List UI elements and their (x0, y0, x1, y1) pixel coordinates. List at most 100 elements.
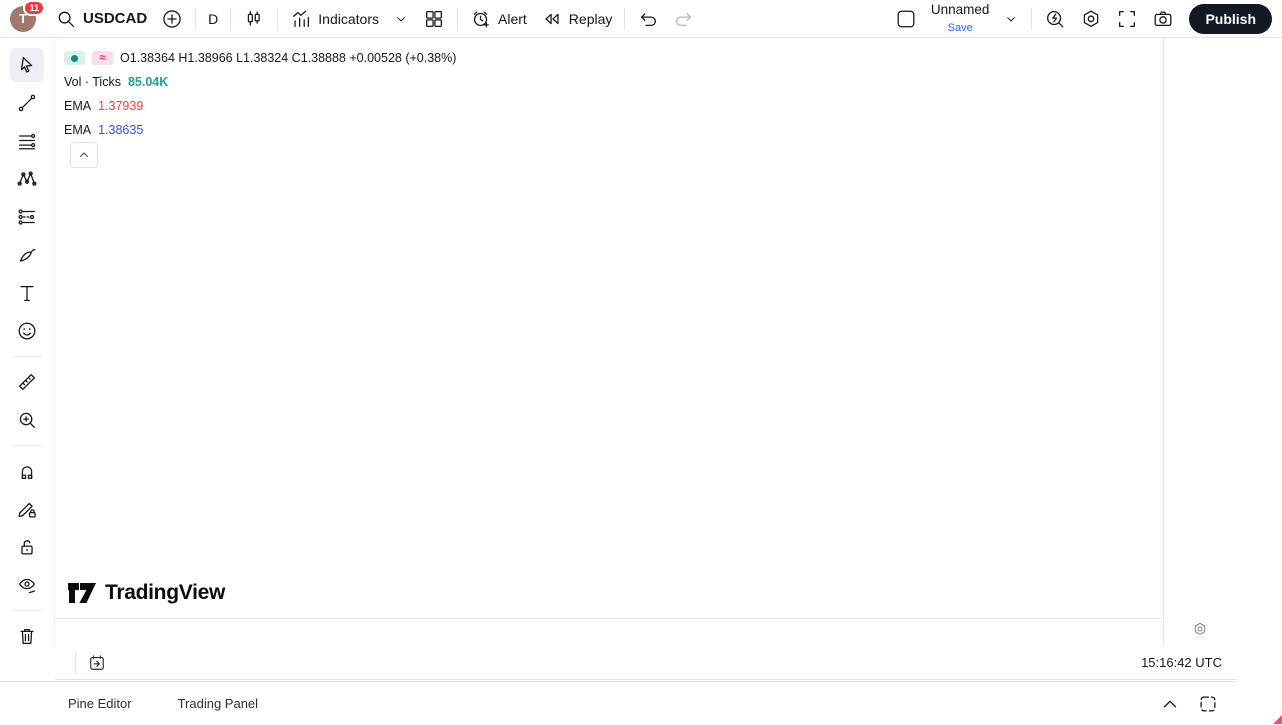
alert-button[interactable]: Alert (463, 5, 534, 33)
tool-hide-drawings-button[interactable] (10, 568, 44, 602)
plus-circle-icon (161, 8, 183, 30)
time-axis[interactable] (55, 618, 1163, 647)
go-to-date-icon[interactable] (87, 653, 107, 673)
chart-style-button[interactable] (236, 5, 272, 33)
price-axis[interactable] (1163, 38, 1238, 646)
tool-text-button[interactable] (10, 276, 44, 310)
toolbar-divider (12, 610, 42, 611)
cursor-icon (16, 54, 38, 76)
emoji-icon (16, 320, 38, 342)
tool-forecast-button[interactable] (10, 200, 44, 234)
brush-icon (16, 244, 38, 266)
redo-icon (673, 8, 695, 30)
drawing-toolbar (0, 38, 55, 646)
magnet-icon (16, 460, 38, 482)
ruler-icon (16, 371, 38, 393)
tool-trash-button[interactable] (10, 619, 44, 653)
axis-settings-gear-icon[interactable] (1192, 621, 1208, 637)
range-toolbar: 15:16:42 UTC (55, 646, 1237, 680)
interval-label: D (208, 11, 218, 27)
snapshot-button[interactable] (1145, 5, 1181, 33)
tool-cursor-button[interactable] (10, 48, 44, 82)
legend-ema-slow-row[interactable]: EMA 1.38635 (64, 118, 456, 142)
toolbar-divider (12, 445, 42, 446)
tradingview-logo-icon (66, 580, 98, 606)
compare-add-button[interactable] (154, 5, 190, 33)
layout-menu-button[interactable] (996, 8, 1026, 30)
forecast-icon (16, 206, 38, 228)
redo-button[interactable] (666, 5, 702, 33)
layout-grid-button[interactable] (416, 5, 452, 33)
replay-icon (541, 8, 563, 30)
grid-layout-icon (423, 8, 445, 30)
quick-search-icon (1044, 8, 1066, 30)
ema-fast-value: 1.37939 (98, 99, 143, 113)
layout-select-checkbox[interactable] (888, 5, 924, 33)
tab-pine-editor[interactable]: Pine Editor (68, 696, 132, 711)
volume-label: Vol · Ticks (64, 75, 121, 89)
publish-button[interactable]: Publish (1189, 4, 1272, 34)
symbol-search[interactable]: USDCAD (48, 5, 154, 33)
indicators-button[interactable]: Indicators (283, 5, 386, 33)
alert-label: Alert (498, 11, 527, 27)
legend-ema-fast-row[interactable]: EMA 1.37939 (64, 94, 456, 118)
divider (1031, 8, 1032, 30)
replay-button[interactable]: Replay (534, 5, 620, 33)
layout-name: Unnamed (931, 3, 990, 16)
quick-search-button[interactable] (1037, 5, 1073, 33)
legend-collapse-button[interactable] (70, 142, 98, 168)
watermark-text: TradingView (105, 581, 225, 605)
trend-line-icon (16, 92, 38, 114)
chart-settings-button[interactable] (1073, 5, 1109, 33)
text-icon (16, 282, 38, 304)
search-icon (55, 8, 77, 30)
fullscreen-icon (1116, 8, 1138, 30)
panel-maximize-icon[interactable] (1197, 693, 1219, 715)
notification-badge: 11 (23, 0, 45, 16)
fib-retracement-icon (16, 130, 38, 152)
interval-button[interactable]: D (201, 8, 225, 30)
hide-drawings-icon (16, 574, 38, 596)
divider (277, 8, 278, 30)
indicator-templates-button[interactable] (386, 8, 416, 30)
ohlc-values: O1.38364 H1.38966 L1.38324 C1.38888 +0.0… (120, 51, 456, 65)
alert-clock-icon (470, 8, 492, 30)
legend-volume-row[interactable]: Vol · Ticks 85.04K (64, 70, 456, 94)
tool-emoji-button[interactable] (10, 314, 44, 348)
chevron-up-icon (78, 149, 90, 161)
save-link[interactable]: Save (948, 22, 973, 35)
symbol-label: USDCAD (83, 10, 147, 27)
tool-magnet-button[interactable] (10, 454, 44, 488)
server-clock[interactable]: 15:16:42 UTC (1141, 655, 1222, 670)
draw-edit-icon (16, 498, 38, 520)
tool-xabcd-pattern-button[interactable] (10, 162, 44, 196)
trash-icon (16, 625, 38, 647)
tool-brush-button[interactable] (10, 238, 44, 272)
candlestick-icon (243, 8, 265, 30)
divider (230, 8, 231, 30)
series-visibility-icon[interactable] (64, 51, 85, 65)
tool-lock-button[interactable] (10, 530, 44, 564)
indicators-label: Indicators (318, 11, 379, 27)
toolbar-divider (12, 356, 42, 357)
panel-expand-icon[interactable] (1159, 693, 1181, 715)
bottom-panel: Pine Editor Trading Panel (0, 681, 1237, 724)
tab-trading-panel[interactable]: Trading Panel (178, 696, 258, 711)
chart-legend: ≈ O1.38364 H1.38966 L1.38324 C1.38888 +0… (64, 46, 456, 142)
tool-draw-edit-button[interactable] (10, 492, 44, 526)
zoom-in-icon (16, 409, 38, 431)
layout-name-button[interactable]: Unnamed Save (924, 0, 997, 38)
legend-main-row[interactable]: ≈ O1.38364 H1.38966 L1.38324 C1.38888 +0… (64, 46, 456, 70)
undo-button[interactable] (630, 5, 666, 33)
tool-ruler-button[interactable] (10, 365, 44, 399)
gear-icon (1080, 8, 1102, 30)
user-avatar[interactable]: T 11 (10, 6, 36, 32)
tool-fib-retracement-button[interactable] (10, 124, 44, 158)
corner-decoration (1273, 715, 1282, 724)
wave-indicator-icon[interactable]: ≈ (92, 51, 113, 65)
divider (624, 8, 625, 30)
tool-trend-line-button[interactable] (10, 86, 44, 120)
fullscreen-button[interactable] (1109, 5, 1145, 33)
tool-zoom-in-button[interactable] (10, 403, 44, 437)
camera-icon (1152, 8, 1174, 30)
